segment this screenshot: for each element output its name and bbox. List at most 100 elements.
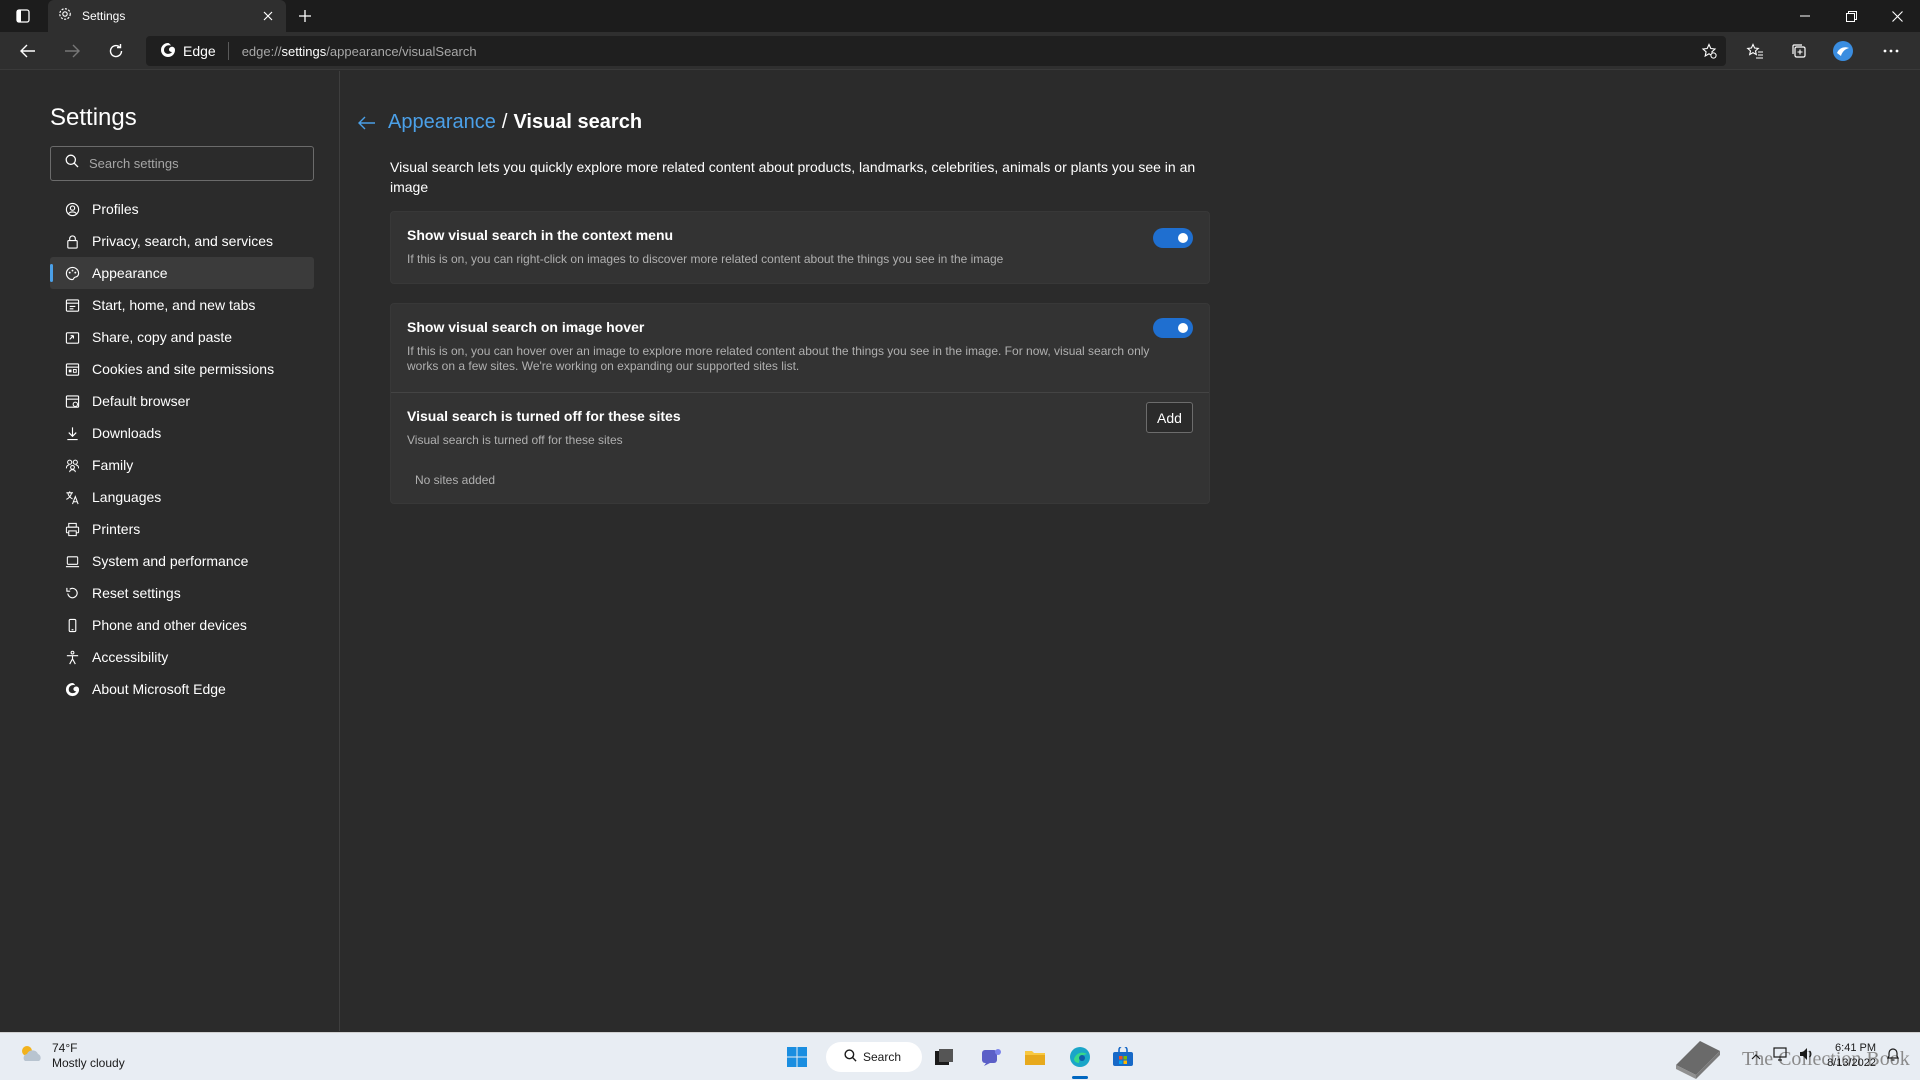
sidebar-item-accessibility[interactable]: Accessibility xyxy=(50,641,314,673)
more-options-icon[interactable] xyxy=(1876,37,1906,65)
back-arrow-icon[interactable] xyxy=(356,113,378,133)
weather-widget[interactable]: 74°F Mostly cloudy xyxy=(18,1041,125,1071)
weather-desc: Mostly cloudy xyxy=(52,1056,125,1070)
toggle-knob xyxy=(1178,233,1188,243)
back-icon[interactable] xyxy=(13,37,43,65)
sidebar-item-label: Reset settings xyxy=(92,585,181,601)
store-icon[interactable] xyxy=(1107,1041,1139,1073)
breadcrumb-appearance-link[interactable]: Appearance xyxy=(388,111,496,134)
sidebar-item-cookies-and-site-permissions[interactable]: Cookies and site permissions xyxy=(50,353,314,385)
system-tray: 6:41 PM 8/13/2022 xyxy=(1751,1041,1900,1071)
collections-icon[interactable] xyxy=(1784,37,1814,65)
profile-avatar-icon[interactable] xyxy=(1828,37,1858,65)
toggle-knob xyxy=(1178,323,1188,333)
breadcrumb: Appearance / Visual search xyxy=(356,111,642,134)
hover-card: Show visual search on image hover If thi… xyxy=(390,303,1210,504)
sidebar-item-label: Start, home, and new tabs xyxy=(92,297,256,313)
sidebar-item-about-microsoft-edge[interactable]: About Microsoft Edge xyxy=(50,673,314,705)
network-icon[interactable] xyxy=(1773,1046,1789,1066)
address-bar[interactable]: Edge edge://settings/appearance/visualSe… xyxy=(146,36,1726,66)
cloudy-weather-icon xyxy=(18,1043,44,1070)
volume-icon[interactable] xyxy=(1799,1047,1815,1066)
search-settings-box[interactable] xyxy=(50,146,314,181)
edge-logo-icon xyxy=(64,681,80,697)
sidebar-item-profiles[interactable]: Profiles xyxy=(50,193,314,225)
clock-time: 6:41 PM xyxy=(1835,1042,1876,1054)
browser-icon xyxy=(64,393,80,409)
hover-title: Show visual search on image hover xyxy=(407,319,645,335)
sidebar-nav: Profiles Privacy, search, and services App… xyxy=(50,193,314,705)
sidebar-item-label: Languages xyxy=(92,489,162,505)
sidebar-item-phone-and-other-devices[interactable]: Phone and other devices xyxy=(50,609,314,641)
close-window-icon[interactable] xyxy=(1874,0,1920,32)
language-icon xyxy=(64,489,80,505)
task-view-icon[interactable] xyxy=(928,1041,960,1073)
page-title: Visual search xyxy=(513,111,643,133)
context-menu-card: Show visual search in the context menu I… xyxy=(390,211,1210,284)
edge-logo-icon xyxy=(160,42,176,61)
file-explorer-icon[interactable] xyxy=(1019,1041,1051,1073)
forward-icon[interactable] xyxy=(57,37,87,65)
chevron-up-icon[interactable] xyxy=(1751,1047,1761,1065)
minimize-icon[interactable] xyxy=(1782,0,1828,32)
sidebar-item-label: Profiles xyxy=(92,201,139,217)
hover-row: Show visual search on image hover If thi… xyxy=(391,304,1209,392)
taskbar-search-button[interactable]: Search xyxy=(826,1042,922,1072)
sidebar-item-printers[interactable]: Printers xyxy=(50,513,314,545)
sidebar-item-label: Cookies and site permissions xyxy=(92,361,275,377)
sidebar-item-privacy-search-and-services[interactable]: Privacy, search, and services xyxy=(50,225,314,257)
laptop-icon xyxy=(64,553,80,569)
tab-title: Settings xyxy=(82,9,126,23)
printer-icon xyxy=(64,521,80,537)
edge-chip: Edge xyxy=(160,42,229,60)
clock-date: 8/13/2022 xyxy=(1827,1057,1876,1069)
tab-settings[interactable]: Settings xyxy=(48,0,286,32)
refresh-icon[interactable] xyxy=(101,37,131,65)
add-site-button[interactable]: Add xyxy=(1146,402,1193,433)
sidebar-item-reset-settings[interactable]: Reset settings xyxy=(50,577,314,609)
sidebar-item-share-copy-and-paste[interactable]: Share, copy and paste xyxy=(50,321,314,353)
search-settings-input[interactable] xyxy=(89,156,309,171)
sidebar-item-start-home-and-new-tabs[interactable]: Start, home, and new tabs xyxy=(50,289,314,321)
breadcrumb-separator: / xyxy=(501,111,508,133)
sidebar-item-label: Share, copy and paste xyxy=(92,329,233,345)
sidebar-item-label: Privacy, search, and services xyxy=(92,233,274,249)
blocked-sites-title: Visual search is turned off for these si… xyxy=(407,408,681,424)
url-text[interactable]: edge://settings/appearance/visualSearch xyxy=(242,44,477,59)
accessibility-icon xyxy=(64,649,80,665)
close-tab-icon[interactable] xyxy=(260,8,276,24)
lock-icon xyxy=(64,233,80,249)
sidebar-item-family[interactable]: Family xyxy=(50,449,314,481)
context-menu-toggle[interactable] xyxy=(1153,228,1193,248)
sidebar-item-appearance[interactable]: Appearance xyxy=(50,257,314,289)
sidebar-item-system-and-performance[interactable]: System and performance xyxy=(50,545,314,577)
hover-toggle[interactable] xyxy=(1153,318,1193,338)
edge-taskbar-icon[interactable] xyxy=(1064,1041,1096,1073)
sidebar-item-label: Default browser xyxy=(92,393,191,409)
cookies-icon xyxy=(64,361,80,377)
no-sites-text: No sites added xyxy=(415,473,496,487)
sidebar-item-label: Accessibility xyxy=(92,649,169,665)
new-tab-icon[interactable] xyxy=(294,5,316,27)
favorites-icon[interactable] xyxy=(1740,37,1770,65)
sidebar-item-label: Phone and other devices xyxy=(92,617,247,633)
gear-icon xyxy=(58,7,72,26)
restore-icon[interactable] xyxy=(1828,0,1874,32)
windows-taskbar: 74°F Mostly cloudy Search The Collection… xyxy=(0,1032,1920,1080)
tab-actions-icon[interactable] xyxy=(10,5,36,27)
teams-chat-icon[interactable] xyxy=(975,1041,1007,1073)
url-host: settings xyxy=(281,43,327,59)
notification-bell-icon[interactable] xyxy=(1886,1046,1900,1067)
search-icon xyxy=(65,154,79,173)
sidebar-item-default-browser[interactable]: Default browser xyxy=(50,385,314,417)
clock[interactable]: 6:41 PM 8/13/2022 xyxy=(1827,1041,1876,1071)
sidebar-item-label: Family xyxy=(92,457,134,473)
tab-strip: Settings xyxy=(0,0,1920,32)
download-icon xyxy=(64,425,80,441)
sidebar-item-downloads[interactable]: Downloads xyxy=(50,417,314,449)
sidebar-item-languages[interactable]: Languages xyxy=(50,481,314,513)
sidebar-item-label: Printers xyxy=(92,521,141,537)
add-favorite-icon[interactable] xyxy=(1698,41,1720,61)
reset-icon xyxy=(64,585,80,601)
start-icon[interactable] xyxy=(781,1041,813,1073)
